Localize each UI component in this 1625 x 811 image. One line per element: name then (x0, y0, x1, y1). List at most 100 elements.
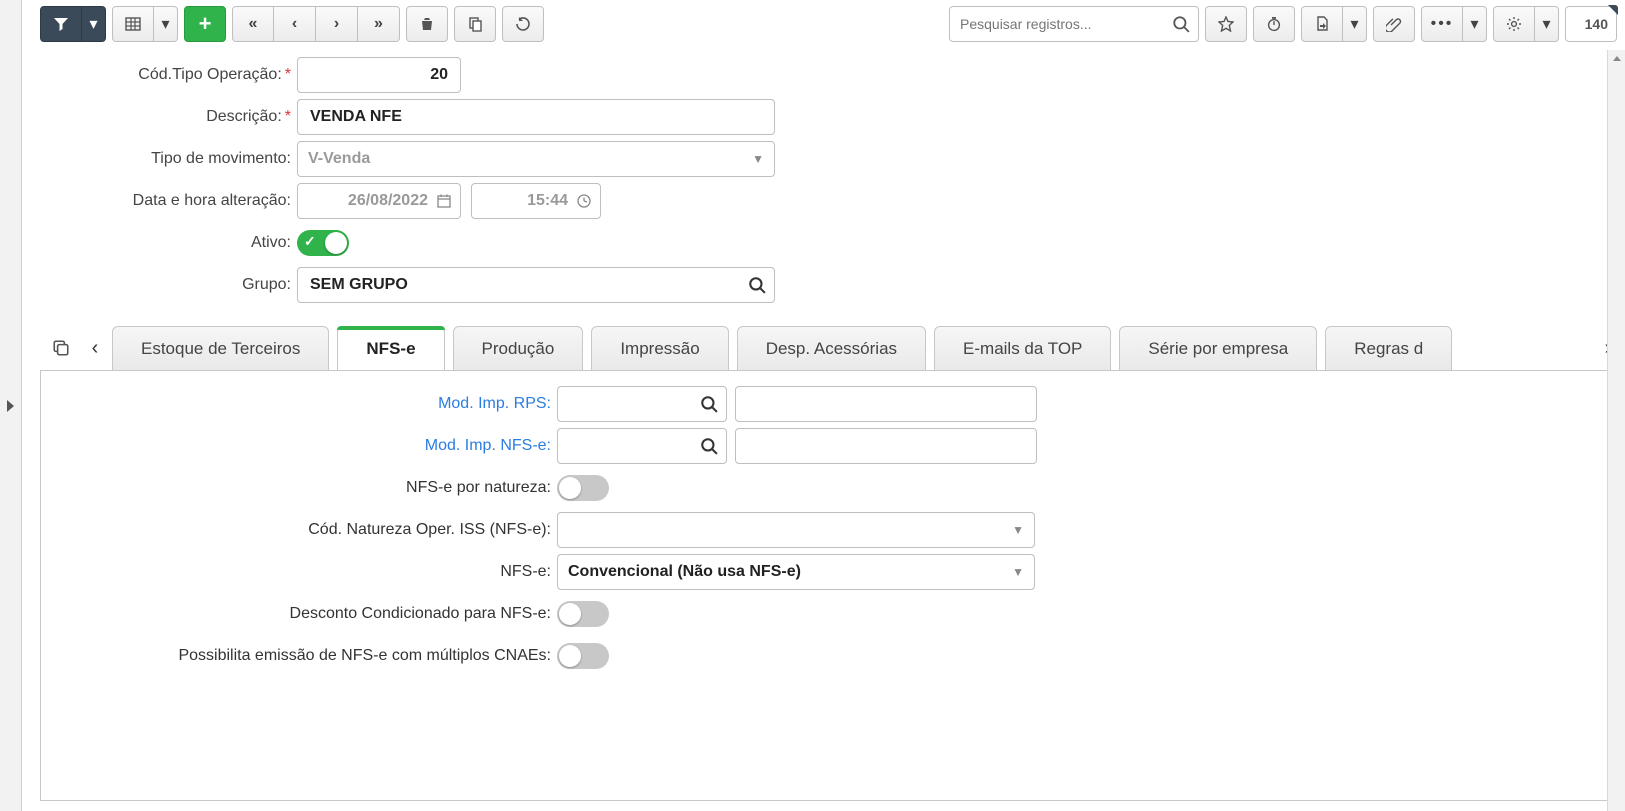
label-ativo: Ativo: (40, 234, 297, 252)
mod-imp-rps-desc-input[interactable] (746, 394, 1026, 414)
left-expand-rail[interactable] (0, 0, 22, 811)
mod-imp-nfse-code-field[interactable] (557, 428, 727, 464)
duplicate-icon (52, 339, 70, 357)
mod-imp-nfse-code-input[interactable] (568, 436, 716, 456)
filter-menu-caret[interactable]: ▾ (82, 6, 106, 42)
tab-copy-button[interactable] (44, 326, 78, 370)
label-multiplos-cnae: Possibilita emissão de NFS-e com múltipl… (51, 647, 557, 665)
hora-alteracao-field[interactable] (471, 183, 601, 219)
lookup-icon[interactable] (700, 395, 718, 413)
lookup-icon[interactable] (700, 437, 718, 455)
tab-nfs-e[interactable]: NFS-e (337, 326, 444, 370)
cod-natureza-iss-select[interactable]: ▼ (557, 512, 1035, 548)
settings-caret[interactable]: ▾ (1535, 6, 1559, 42)
label-nfse-por-natureza: NFS-e por natureza: (51, 479, 557, 497)
mod-imp-nfse-desc-field[interactable] (735, 428, 1037, 464)
multiplos-cnae-toggle[interactable] (557, 643, 609, 669)
file-export-icon (1314, 16, 1330, 32)
tab-regras-d[interactable]: Regras d (1325, 326, 1452, 370)
grid-view-caret[interactable]: ▾ (154, 6, 178, 42)
label-data-hora-alteracao: Data e hora alteração: (40, 192, 297, 210)
mod-imp-rps-code-input[interactable] (568, 394, 716, 414)
timer-button[interactable] (1253, 6, 1295, 42)
chevron-down-icon: ▼ (1012, 523, 1024, 537)
nav-next-button[interactable]: › (316, 6, 358, 42)
label-mod-imp-rps[interactable]: Mod. Imp. RPS: (51, 395, 557, 413)
cod-tipo-operacao-field[interactable] (297, 57, 461, 93)
tab-s-rie-por-empresa[interactable]: Série por empresa (1119, 326, 1317, 370)
record-count-box[interactable]: 140 (1565, 6, 1617, 42)
label-tipo-movimento: Tipo de movimento: (40, 150, 297, 168)
label-nfse: NFS-e: (51, 563, 557, 581)
ativo-toggle[interactable] (297, 230, 349, 256)
nfse-value: Convencional (Não usa NFS-e) (568, 563, 801, 581)
nfse-select[interactable]: Convencional (Não usa NFS-e) ▼ (557, 554, 1035, 590)
more-actions-button[interactable]: ••• (1421, 6, 1463, 42)
star-icon (1218, 16, 1234, 32)
nav-last-button[interactable]: » (358, 6, 400, 42)
export-caret[interactable]: ▾ (1343, 6, 1367, 42)
search-input[interactable] (958, 15, 1172, 33)
grid-view-button[interactable] (112, 6, 154, 42)
label-cod-tipo-operacao: Cód.Tipo Operação:* (40, 66, 297, 84)
tab-strip: ‹ Estoque de TerceirosNFS-eProduçãoImpre… (40, 326, 1625, 371)
hora-alteracao-input[interactable] (482, 191, 590, 211)
delete-button[interactable] (406, 6, 448, 42)
refresh-icon (515, 16, 531, 32)
tipo-movimento-value: V-Venda (308, 150, 370, 168)
mod-imp-rps-desc-field[interactable] (735, 386, 1037, 422)
stopwatch-icon (1266, 16, 1282, 32)
nfse-por-natureza-toggle[interactable] (557, 475, 609, 501)
nav-first-button[interactable]: « (232, 6, 274, 42)
tab-estoque-de-terceiros[interactable]: Estoque de Terceiros (112, 326, 329, 370)
descricao-input[interactable] (308, 107, 764, 127)
cod-tipo-operacao-input[interactable] (308, 65, 450, 85)
chevron-down-icon: ▼ (1012, 565, 1024, 579)
attachment-button[interactable] (1373, 6, 1415, 42)
data-alteracao-field[interactable] (297, 183, 461, 219)
copy-icon (467, 16, 483, 32)
copy-button[interactable] (454, 6, 496, 42)
funnel-icon (53, 16, 69, 32)
label-desconto-cond: Desconto Condicionado para NFS-e: (51, 605, 557, 623)
calendar-icon (436, 193, 452, 209)
record-count-value: 140 (1585, 16, 1608, 32)
lookup-icon[interactable] (748, 276, 766, 294)
tab-impress-o[interactable]: Impressão (591, 326, 728, 370)
search-records-box[interactable] (949, 6, 1199, 42)
tab-e-mails-da-top[interactable]: E-mails da TOP (934, 326, 1111, 370)
grupo-field[interactable] (297, 267, 775, 303)
data-alteracao-input[interactable] (308, 191, 450, 211)
tab-produ-o[interactable]: Produção (453, 326, 584, 370)
descricao-field[interactable] (297, 99, 775, 135)
desconto-cond-toggle[interactable] (557, 601, 609, 627)
export-button[interactable] (1301, 6, 1343, 42)
expand-right-icon (7, 400, 14, 412)
tab-scroll-left[interactable]: ‹ (78, 326, 112, 370)
nav-prev-button[interactable]: ‹ (274, 6, 316, 42)
main-toolbar: ▾ ▾ + « ‹ › » (40, 0, 1625, 48)
trash-icon (419, 16, 435, 32)
label-cod-natureza-iss: Cód. Natureza Oper. ISS (NFS-e): (51, 521, 557, 539)
mod-imp-nfse-desc-input[interactable] (746, 436, 1026, 456)
chevron-down-icon: ▼ (752, 152, 764, 166)
gear-icon (1506, 16, 1522, 32)
label-mod-imp-nfse[interactable]: Mod. Imp. NFS-e: (51, 437, 557, 455)
more-actions-caret[interactable]: ▾ (1463, 6, 1487, 42)
grupo-input[interactable] (308, 275, 764, 295)
tab-content-nfse: Mod. Imp. RPS: Mod. Imp. NFS-e: (40, 371, 1625, 801)
right-scrollbar[interactable] (1607, 50, 1625, 811)
settings-button[interactable] (1493, 6, 1535, 42)
favorite-button[interactable] (1205, 6, 1247, 42)
add-button[interactable]: + (184, 6, 226, 42)
search-icon (1172, 15, 1190, 33)
clock-icon (576, 193, 592, 209)
label-grupo: Grupo: (40, 276, 297, 294)
tipo-movimento-select[interactable]: V-Venda ▼ (297, 141, 775, 177)
tab-desp-acess-rias[interactable]: Desp. Acessórias (737, 326, 926, 370)
header-form: Cód.Tipo Operação:* Descrição:* Tipo de … (40, 48, 1625, 308)
paperclip-icon (1386, 16, 1402, 32)
filter-button[interactable] (40, 6, 82, 42)
refresh-button[interactable] (502, 6, 544, 42)
mod-imp-rps-code-field[interactable] (557, 386, 727, 422)
